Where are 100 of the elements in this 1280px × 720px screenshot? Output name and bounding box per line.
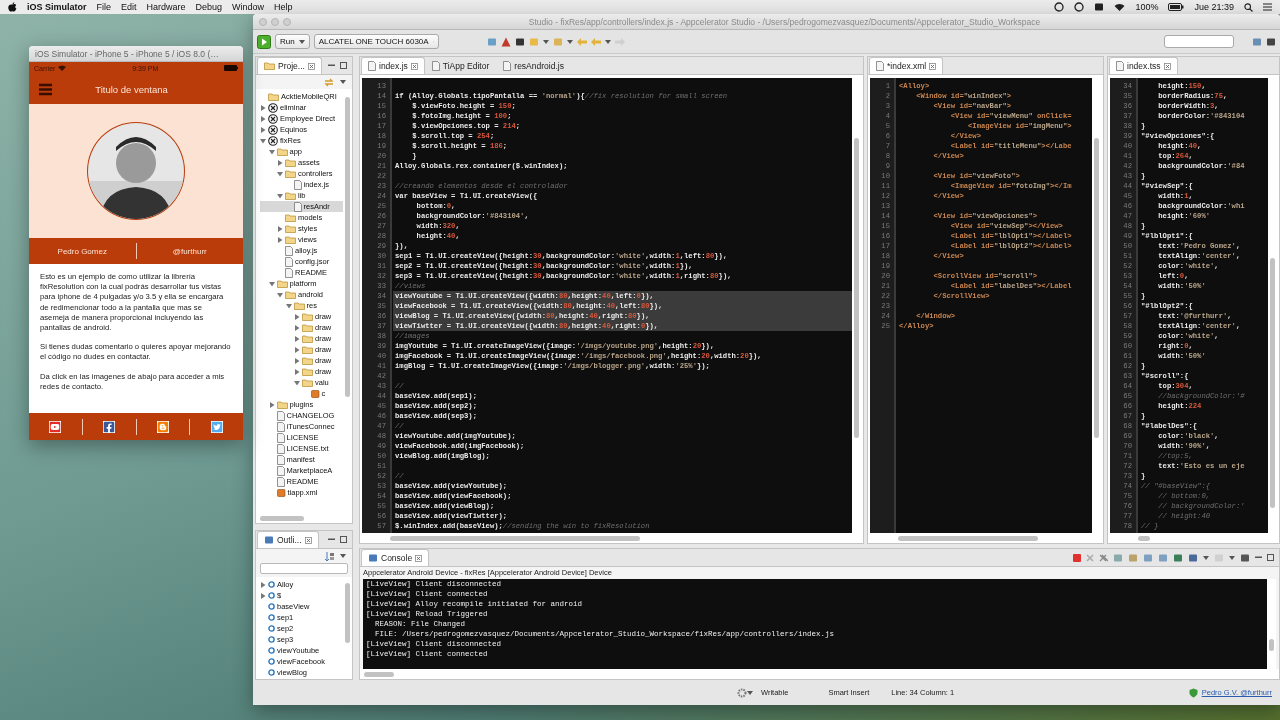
folder-icon bbox=[302, 323, 313, 332]
caret-icon[interactable] bbox=[294, 368, 300, 375]
twitter-icon[interactable] bbox=[210, 420, 223, 433]
editor-tab[interactable]: resAndroid.js bbox=[496, 57, 571, 74]
minimize-icon[interactable] bbox=[328, 536, 335, 543]
scrollbar-thumb[interactable] bbox=[345, 97, 350, 397]
caret-icon[interactable] bbox=[260, 104, 266, 111]
close-icon[interactable] bbox=[307, 62, 315, 70]
scrollbar-thumb[interactable] bbox=[390, 535, 640, 541]
caret-icon[interactable] bbox=[294, 346, 300, 353]
close-icon[interactable] bbox=[929, 62, 937, 70]
youtube-icon[interactable] bbox=[49, 420, 62, 433]
search-field[interactable] bbox=[1164, 35, 1234, 48]
circle-icon bbox=[268, 614, 275, 621]
caret-icon[interactable] bbox=[260, 115, 266, 122]
caret-icon[interactable] bbox=[277, 225, 283, 232]
scrollbar-thumb[interactable] bbox=[1269, 639, 1274, 651]
caret-icon[interactable] bbox=[294, 313, 300, 320]
project-icon bbox=[268, 124, 278, 135]
caret-icon[interactable] bbox=[294, 357, 300, 364]
folder-icon bbox=[302, 312, 313, 321]
menu-item[interactable]: Hardware bbox=[146, 2, 186, 12]
apple-logo-icon[interactable] bbox=[8, 2, 17, 12]
panel-tab[interactable]: Console bbox=[361, 549, 430, 566]
folder-icon bbox=[276, 279, 288, 288]
menu-item[interactable]: Window bbox=[232, 2, 265, 12]
editor-tab[interactable]: *index.xml bbox=[869, 57, 944, 74]
caret-icon[interactable] bbox=[294, 324, 300, 331]
menu-item[interactable]: File bbox=[96, 2, 112, 12]
menu-item[interactable]: Edit bbox=[121, 2, 137, 12]
search-icon[interactable] bbox=[1244, 2, 1253, 12]
minimize-icon[interactable] bbox=[1255, 554, 1262, 561]
wifi-icon[interactable] bbox=[1114, 3, 1126, 11]
folder-icon bbox=[285, 224, 296, 233]
app-menu[interactable]: iOS Simulator bbox=[27, 2, 87, 12]
caret-icon[interactable] bbox=[260, 581, 266, 588]
caret-icon[interactable] bbox=[294, 335, 300, 342]
run-icon[interactable] bbox=[257, 34, 271, 49]
stop-icon[interactable] bbox=[1073, 553, 1081, 562]
scrollbar-thumb[interactable] bbox=[1138, 535, 1150, 541]
caret-icon[interactable] bbox=[268, 148, 275, 155]
maximize-icon[interactable] bbox=[1267, 554, 1274, 561]
list-icon[interactable] bbox=[1263, 3, 1272, 11]
menu-item[interactable]: Help bbox=[274, 2, 293, 12]
device-dropdown[interactable]: ALCATEL ONE TOUCH 6030A bbox=[313, 34, 439, 49]
caret-icon[interactable] bbox=[260, 137, 266, 144]
scrollbar-thumb[interactable] bbox=[1094, 138, 1099, 438]
remove-all-icon[interactable] bbox=[1099, 553, 1108, 562]
editor-tab[interactable]: index.tss bbox=[1109, 57, 1178, 74]
caret-icon[interactable] bbox=[268, 280, 275, 287]
nav-title: Titulo de ventana bbox=[94, 83, 169, 95]
facebook-icon[interactable] bbox=[103, 420, 116, 433]
close-icon[interactable] bbox=[415, 554, 423, 562]
maximize-icon[interactable] bbox=[340, 62, 347, 69]
caret-icon[interactable] bbox=[285, 302, 292, 309]
warning-icon[interactable] bbox=[500, 36, 511, 47]
panel-tab[interactable]: Proje... bbox=[257, 57, 322, 74]
folder-icon bbox=[264, 62, 275, 70]
caret-icon[interactable] bbox=[260, 592, 266, 599]
scrollbar-thumb[interactable] bbox=[260, 515, 304, 521]
wifi-icon bbox=[58, 65, 67, 71]
profile-name: Pedro Gomez bbox=[56, 246, 108, 256]
battery-icon[interactable] bbox=[1168, 3, 1185, 11]
editor-tab[interactable]: TiApp Editor bbox=[424, 57, 497, 74]
caret-icon[interactable] bbox=[260, 126, 266, 133]
caret-icon[interactable] bbox=[294, 379, 300, 386]
gear-icon[interactable] bbox=[737, 687, 747, 698]
folder-icon bbox=[302, 334, 313, 343]
caret-icon[interactable] bbox=[277, 236, 283, 243]
close-icon[interactable] bbox=[304, 536, 312, 544]
scrollbar-thumb[interactable] bbox=[854, 138, 859, 438]
folder-icon bbox=[302, 356, 313, 365]
menu-item[interactable]: Debug bbox=[195, 2, 223, 12]
caret-icon[interactable] bbox=[277, 291, 283, 298]
editor-tab[interactable]: index.js bbox=[361, 57, 425, 74]
panel-tab[interactable]: Outli... bbox=[257, 531, 319, 548]
project-icon bbox=[268, 113, 278, 124]
maximize-icon[interactable] bbox=[340, 536, 347, 543]
caret-icon[interactable] bbox=[277, 170, 283, 177]
blogger-icon[interactable] bbox=[156, 420, 169, 433]
scrollbar-thumb[interactable] bbox=[364, 671, 394, 677]
minimize-icon[interactable] bbox=[328, 62, 335, 69]
run-button[interactable]: Run bbox=[275, 34, 310, 49]
scrollbar-thumb[interactable] bbox=[345, 583, 350, 643]
caret-icon[interactable] bbox=[277, 192, 283, 199]
circle-icon bbox=[268, 647, 275, 654]
scrollbar-thumb[interactable] bbox=[1270, 258, 1275, 508]
battery-percent: 100% bbox=[1135, 2, 1159, 12]
close-icon[interactable] bbox=[1163, 62, 1171, 70]
profile-handle: @furthurr bbox=[171, 246, 208, 256]
caret-icon[interactable] bbox=[277, 159, 283, 166]
caret-icon[interactable] bbox=[268, 401, 275, 408]
scrollbar-thumb[interactable] bbox=[898, 535, 1038, 541]
menu-clock[interactable]: Jue 21:39 bbox=[1194, 2, 1234, 12]
circle-icon bbox=[268, 592, 275, 599]
sort-icon[interactable] bbox=[325, 551, 334, 561]
close-icon[interactable] bbox=[410, 62, 418, 70]
folder-icon bbox=[285, 235, 296, 244]
shield-icon bbox=[1188, 687, 1198, 698]
filter-field[interactable] bbox=[260, 563, 348, 574]
